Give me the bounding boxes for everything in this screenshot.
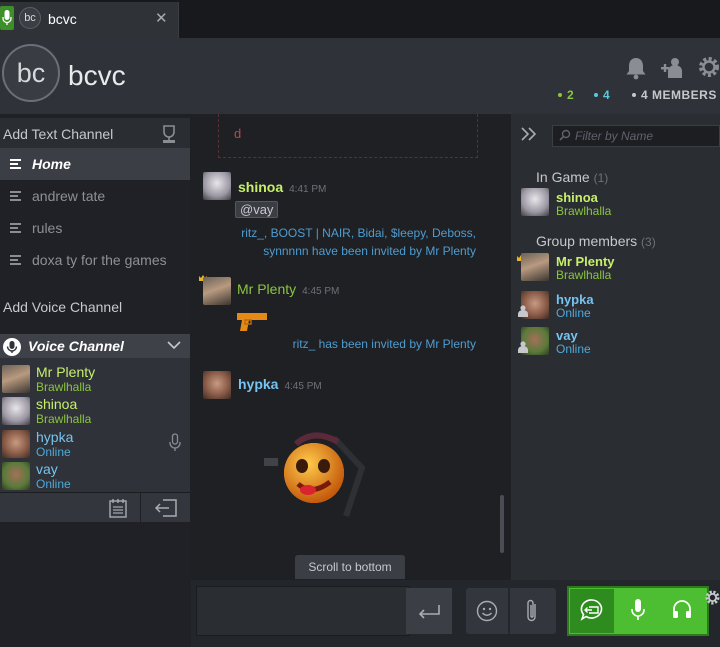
voice-member[interactable]: shinoa Brawlhalla: [0, 396, 190, 428]
headphones-icon[interactable]: [671, 598, 693, 620]
channel-icon: [10, 159, 21, 171]
member-name[interactable]: hypka: [556, 292, 594, 307]
member-name[interactable]: vay: [556, 328, 578, 343]
channel-icon: [10, 191, 21, 203]
channel-doxa[interactable]: doxa ty for the games: [0, 244, 190, 276]
channel-icon: [10, 255, 21, 267]
trophy-icon[interactable]: [160, 124, 178, 144]
avatar[interactable]: [203, 172, 231, 200]
scrollbar[interactable]: [500, 495, 504, 553]
emoji-image[interactable]: [254, 428, 374, 518]
system-message: ritz_ has been invited by Mr Plenty: [292, 337, 476, 351]
member-status: Brawlhalla: [556, 268, 612, 282]
voice-member-status: Online: [36, 445, 71, 459]
member-name[interactable]: shinoa: [556, 190, 598, 205]
person-icon: [518, 341, 528, 353]
close-icon[interactable]: ✕: [155, 9, 168, 27]
voice-member-name: Mr Plenty: [36, 364, 96, 380]
voice-member[interactable]: Mr Plenty Brawlhalla: [0, 364, 190, 396]
message-author[interactable]: hypka: [238, 376, 278, 392]
avatar: [2, 462, 30, 490]
group-avatar-large: bc: [2, 44, 60, 102]
members-count[interactable]: 4 MEMBERS: [632, 88, 717, 102]
search-icon: [559, 129, 571, 141]
tab-title: bcvc: [48, 11, 77, 27]
system-message: ritz_, BOOST | NAIR, Bidai, $leepy, Debo…: [241, 226, 476, 258]
avatar[interactable]: [521, 253, 549, 281]
message-time: 4:41 PM: [289, 184, 327, 195]
voice-member[interactable]: hypka Online: [0, 429, 190, 461]
message-time: 4:45 PM: [302, 286, 340, 297]
message-author[interactable]: Mr Plenty: [237, 281, 296, 297]
member-status: Online: [556, 306, 591, 320]
avatar[interactable]: [203, 277, 231, 305]
channel-label: rules: [32, 220, 63, 236]
mention-chip[interactable]: @vay: [235, 201, 279, 218]
voice-member-name: vay: [36, 461, 58, 477]
message-author[interactable]: shinoa: [238, 179, 283, 195]
add-text-channel-label[interactable]: Add Text Channel: [3, 126, 113, 142]
channel-home[interactable]: Home: [0, 148, 190, 180]
divider: [140, 493, 141, 522]
avatar[interactable]: [203, 371, 231, 399]
voice-member[interactable]: vay Online: [0, 461, 190, 493]
smiley-icon: [476, 600, 498, 622]
channel-label: Home: [32, 156, 71, 172]
avatar[interactable]: [521, 188, 549, 216]
scroll-to-bottom-button[interactable]: Scroll to bottom: [295, 555, 405, 579]
notes-icon[interactable]: [108, 498, 128, 518]
channel-label: doxa ty for the games: [32, 252, 167, 268]
avatar: [2, 365, 30, 393]
online-count: 4: [594, 88, 610, 102]
channel-andrew-tate[interactable]: andrew tate: [0, 180, 190, 212]
collapse-panel-icon[interactable]: [520, 126, 538, 142]
section-in-game: In Game (1): [536, 169, 609, 185]
message-header: shinoa 4:41 PM: [238, 179, 326, 195]
message-header: hypka 4:45 PM: [238, 376, 322, 392]
channel-rules[interactable]: rules: [0, 212, 190, 244]
avatar: [2, 430, 30, 458]
message-input[interactable]: [196, 586, 410, 636]
voice-member-status: Brawlhalla: [36, 380, 92, 394]
channel-label: andrew tate: [32, 188, 106, 204]
microphone-icon: [168, 433, 182, 453]
voice-member-name: shinoa: [36, 396, 78, 412]
filter-placeholder: Filter by Name: [575, 129, 654, 143]
voice-speaker-icon: [2, 337, 22, 357]
message-time: 4:45 PM: [284, 381, 322, 392]
settings-icon[interactable]: [698, 56, 720, 78]
member-name[interactable]: Mr Plenty: [556, 254, 615, 269]
paperclip-icon: [524, 598, 540, 624]
embed-text: d: [234, 126, 242, 141]
embed-preview: [218, 114, 478, 158]
voice-member-status: Brawlhalla: [36, 412, 92, 426]
group-avatar: bc: [19, 7, 41, 29]
section-group-members: Group members (3): [536, 233, 656, 249]
bell-icon[interactable]: [625, 56, 647, 80]
add-friend-icon[interactable]: [660, 56, 686, 80]
voice-member-name: hypka: [36, 429, 74, 445]
microphone-icon: [0, 6, 14, 30]
channel-icon: [10, 223, 21, 235]
avatar: [2, 397, 30, 425]
message-header: Mr Plenty 4:45 PM: [237, 281, 339, 297]
add-voice-channel-label[interactable]: Add Voice Channel: [3, 299, 122, 315]
voice-chat-leave-icon: [580, 598, 604, 622]
person-icon: [518, 305, 528, 317]
gun-emoji-icon: [235, 310, 269, 332]
voice-channel-title: Voice Channel: [28, 338, 124, 354]
member-status: Online: [556, 342, 591, 356]
chevron-down-icon[interactable]: [167, 340, 181, 350]
voice-member-status: Online: [36, 477, 71, 491]
in-game-count: 2: [558, 88, 574, 102]
leave-voice-icon[interactable]: [154, 498, 178, 518]
enter-icon: [417, 604, 441, 620]
group-title: bcvc: [68, 60, 126, 91]
gear-icon[interactable]: [705, 590, 720, 605]
microphone-icon[interactable]: [630, 598, 646, 622]
member-status: Brawlhalla: [556, 204, 612, 218]
